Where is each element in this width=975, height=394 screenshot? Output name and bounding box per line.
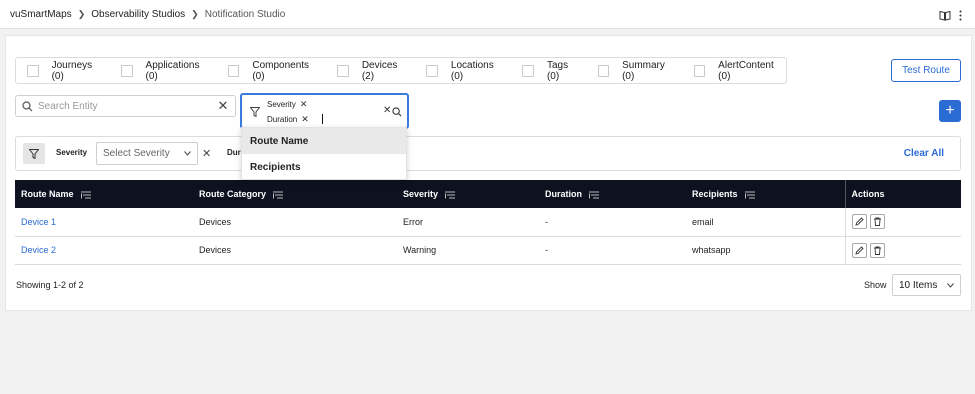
table-row: Device 2 Devices Warning - whatsapp	[15, 236, 961, 264]
col-recipients[interactable]: Recipients	[686, 180, 845, 208]
checkbox[interactable]	[120, 64, 133, 77]
recipients-cell: whatsapp	[692, 245, 731, 255]
chip-duration: Duration ✕	[267, 114, 309, 125]
table-header-row: Route Name Route Category Severity Durat…	[15, 180, 961, 208]
severity-filter-label: Severity	[56, 148, 88, 157]
plus-icon: +	[945, 102, 955, 119]
filter-toggle-button[interactable]	[23, 143, 45, 164]
pencil-icon	[854, 245, 864, 255]
entity-tags[interactable]: Tags (0)	[522, 58, 581, 83]
chevron-right-icon: ❯	[191, 8, 199, 19]
checkbox[interactable]	[426, 64, 438, 77]
search-entity-box: ✕	[15, 95, 236, 117]
severity-cell: Error	[403, 216, 423, 227]
checkbox[interactable]	[597, 64, 610, 77]
dropdown-item-recipients[interactable]: Recipients	[242, 154, 406, 180]
test-route-button[interactable]: Test Route	[891, 59, 961, 82]
funnel-icon	[250, 107, 260, 117]
checkbox[interactable]	[337, 64, 349, 77]
severity-select[interactable]: Select Severity	[96, 142, 198, 165]
col-duration[interactable]: Duration	[539, 180, 686, 208]
remove-severity-filter-icon[interactable]: ✕	[202, 147, 211, 160]
routes-table: Route Name Route Category Severity Durat…	[15, 180, 961, 265]
search-icon	[392, 107, 402, 117]
chip-severity: Severity ✕	[267, 99, 308, 110]
items-per-page-select[interactable]: 10 Items	[892, 274, 961, 296]
chevron-right-icon: ❯	[77, 8, 86, 19]
dropdown-item-route-name[interactable]: Route Name	[242, 128, 406, 154]
sort-icon	[744, 191, 755, 199]
checkbox[interactable]	[27, 64, 39, 77]
col-route-category[interactable]: Route Category	[193, 180, 397, 208]
checkbox[interactable]	[522, 64, 534, 77]
checkbox[interactable]	[693, 64, 706, 77]
entity-applications[interactable]: Applications (0)	[120, 58, 212, 83]
search-entity-input[interactable]	[38, 100, 215, 112]
duration-cell: -	[545, 216, 548, 227]
sort-icon	[445, 191, 456, 199]
active-filters-row: Severity Select Severity ✕ Dura Clear Al…	[15, 136, 961, 171]
route-name-link[interactable]: Device 1	[15, 208, 193, 236]
actions-cell	[844, 236, 961, 264]
trash-icon	[873, 217, 881, 227]
sort-icon	[589, 191, 599, 199]
duration-cell: -	[545, 245, 548, 255]
chevron-down-icon	[947, 282, 954, 288]
delete-button[interactable]	[869, 214, 885, 230]
clear-icon[interactable]: ✕	[383, 105, 391, 116]
remove-chip-icon[interactable]: ✕	[300, 99, 308, 110]
severity-cell: Warning	[403, 245, 437, 255]
show-label: Show	[864, 280, 887, 290]
column-filter-input[interactable]: Severity ✕ Duration ✕ ✕	[240, 93, 409, 129]
trash-icon	[873, 246, 881, 255]
text-caret	[322, 114, 323, 124]
col-route-name[interactable]: Route Name	[15, 180, 193, 208]
book-icon[interactable]	[939, 8, 963, 22]
top-bar: vuSmartMaps ❯ Observability Studios ❯ No…	[0, 0, 975, 29]
search-icon	[22, 100, 33, 111]
more-vertical-icon	[959, 10, 962, 20]
actions-cell	[844, 208, 961, 236]
entity-journeys[interactable]: Journeys (0)	[27, 58, 105, 83]
route-category-cell: Devices	[199, 216, 232, 227]
route-category-cell: Devices	[199, 245, 232, 255]
entity-locations[interactable]: Locations (0)	[426, 58, 506, 83]
entity-filter-bar: Journeys (0) Applications (0) Components…	[15, 57, 787, 84]
breadcrumb-observability-studios[interactable]: Observability Studios	[91, 9, 185, 20]
clear-search-icon[interactable]: ✕	[215, 98, 231, 114]
chevron-down-icon	[184, 151, 191, 156]
edit-button[interactable]	[851, 214, 867, 230]
clear-all-link[interactable]: Clear All	[904, 148, 944, 159]
add-button[interactable]: +	[939, 100, 961, 122]
edit-button[interactable]	[851, 242, 867, 258]
breadcrumb-notification-studio: Notification Studio	[204, 8, 286, 20]
column-dropdown-menu: Route Name Recipients	[241, 127, 407, 180]
sort-icon	[80, 191, 91, 199]
entity-components[interactable]: Components (0)	[227, 58, 322, 83]
pencil-icon	[854, 217, 864, 226]
route-name-link[interactable]: Device 2	[15, 236, 193, 264]
delete-button[interactable]	[869, 242, 885, 258]
sort-icon	[273, 191, 284, 199]
entity-alertcontent[interactable]: AlertContent (0)	[693, 58, 786, 83]
remove-chip-icon[interactable]: ✕	[301, 114, 309, 125]
pagination-summary: Showing 1-2 of 2	[16, 280, 84, 290]
col-actions: Actions	[844, 180, 961, 208]
table-row: Device 1 Devices Error - email	[15, 208, 961, 236]
checkbox[interactable]	[227, 64, 240, 77]
funnel-icon	[29, 148, 39, 159]
entity-summary[interactable]: Summary (0)	[597, 58, 678, 83]
recipients-cell: email	[692, 216, 714, 227]
col-severity[interactable]: Severity	[397, 180, 539, 208]
entity-devices[interactable]: Devices (2)	[337, 58, 410, 83]
breadcrumb-vusmartmaps[interactable]: vuSmartMaps	[10, 9, 72, 20]
